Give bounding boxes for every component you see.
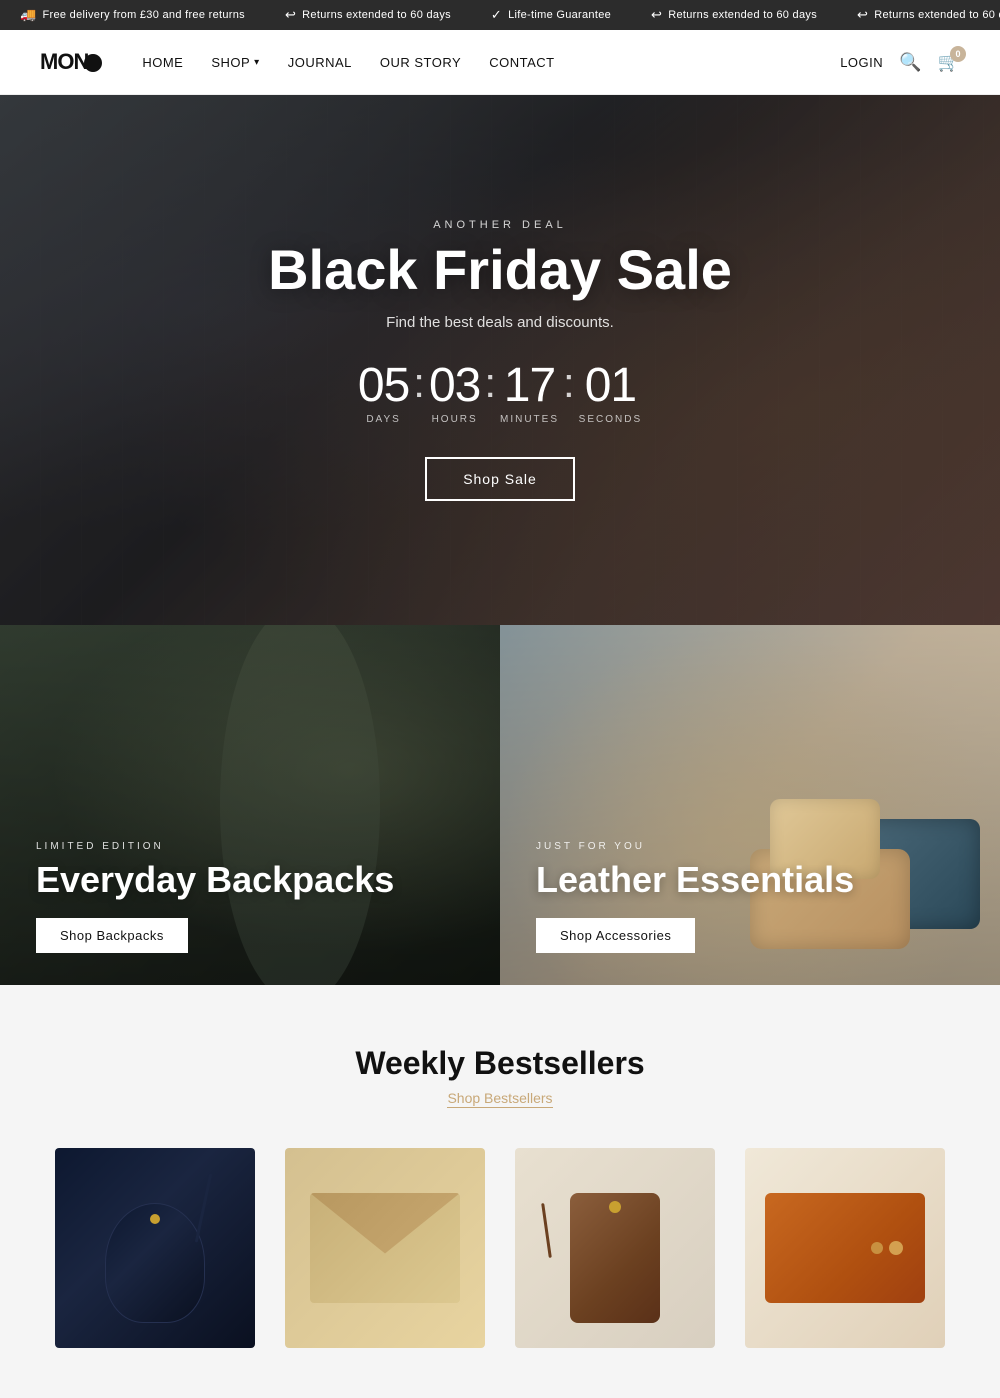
search-button[interactable]: 🔍	[899, 52, 921, 73]
shop-backpacks-button[interactable]: Shop Backpacks	[36, 918, 188, 953]
products-grid	[40, 1148, 960, 1368]
check-icon: ✓	[491, 7, 502, 23]
logo-circle	[84, 54, 102, 72]
nav-our-story[interactable]: OUR STORY	[380, 55, 461, 70]
countdown-sep: :	[563, 359, 575, 425]
split-section: LIMITED EDITION Everyday Backpacks Shop …	[0, 625, 1000, 985]
product-card-3[interactable]	[510, 1148, 720, 1348]
shop-accessories-button[interactable]: Shop Accessories	[536, 918, 695, 953]
announcement-bar: 🚚 Free delivery from £30 and free return…	[0, 0, 1000, 30]
nav-shop[interactable]: SHOP	[211, 55, 259, 70]
returns-icon: ↩	[285, 7, 296, 23]
cart-button[interactable]: 🛒 0	[938, 52, 960, 73]
product-image-4	[745, 1148, 945, 1348]
countdown-minutes: 17 MINUTES	[500, 362, 559, 425]
announcement-item: ↩ Returns extended to 60 days	[265, 7, 471, 23]
split-left-title: Everyday Backpacks	[36, 860, 464, 900]
hero-subtitle: Find the best deals and discounts.	[268, 314, 732, 331]
product-image-3	[515, 1148, 715, 1348]
product-card-2[interactable]	[280, 1148, 490, 1348]
split-left-eyebrow: LIMITED EDITION	[36, 841, 464, 852]
product-card-4[interactable]	[740, 1148, 950, 1348]
product-image-1	[55, 1148, 255, 1348]
split-right-eyebrow: JUST FOR YOU	[536, 841, 964, 852]
main-nav: HOME SHOP JOURNAL OUR STORY CONTACT	[142, 55, 840, 70]
product-image-2	[285, 1148, 485, 1348]
countdown-seconds: 01 SECONDS	[579, 362, 642, 425]
split-right-title: Leather Essentials	[536, 860, 964, 900]
nav-home[interactable]: HOME	[142, 55, 183, 70]
countdown-sep: :	[484, 359, 496, 425]
person-decoration	[200, 625, 400, 985]
announcement-item: ↩ Returns extended to 60 days	[631, 7, 837, 23]
hero-eyebrow: ANOTHER DEAL	[268, 219, 732, 231]
split-panel-backpacks: LIMITED EDITION Everyday Backpacks Shop …	[0, 625, 500, 985]
logo[interactable]: MON	[40, 49, 102, 75]
hero-title: Black Friday Sale	[268, 241, 732, 300]
countdown: 05 DAYS : 03 HOURS : 17 MINUTES : 01 SEC…	[268, 359, 732, 425]
cart-badge: 0	[950, 46, 966, 62]
search-icon: 🔍	[899, 52, 921, 73]
bestsellers-section: Weekly Bestsellers Shop Bestsellers	[0, 985, 1000, 1398]
announcement-item: 🚚 Free delivery from £30 and free return…	[0, 7, 265, 23]
header-actions: LOGIN 🔍 🛒 0	[840, 52, 960, 73]
hero-section: ANOTHER DEAL Black Friday Sale Find the …	[0, 95, 1000, 625]
nav-contact[interactable]: CONTACT	[489, 55, 554, 70]
hero-cta-button[interactable]: Shop Sale	[425, 457, 575, 501]
returns-icon: ↩	[857, 7, 868, 23]
announcement-item: ↩ Returns extended to 60 days	[837, 7, 1000, 23]
bestsellers-title: Weekly Bestsellers	[40, 1045, 960, 1082]
countdown-hours: 03 HOURS	[429, 362, 480, 425]
countdown-days: 05 DAYS	[358, 362, 409, 425]
truck-icon: 🚚	[20, 7, 37, 23]
login-link[interactable]: LOGIN	[840, 55, 883, 70]
countdown-sep: :	[413, 359, 425, 425]
returns-icon: ↩	[651, 7, 662, 23]
product-card-1[interactable]	[50, 1148, 260, 1348]
announcement-item: ✓ Life-time Guarantee	[471, 7, 631, 23]
header: MON HOME SHOP JOURNAL OUR STORY CONTACT …	[0, 30, 1000, 95]
hero-content: ANOTHER DEAL Black Friday Sale Find the …	[268, 219, 732, 501]
bestsellers-link[interactable]: Shop Bestsellers	[447, 1090, 552, 1108]
nav-journal[interactable]: JOURNAL	[288, 55, 352, 70]
split-panel-accessories: JUST FOR YOU Leather Essentials Shop Acc…	[500, 625, 1000, 985]
